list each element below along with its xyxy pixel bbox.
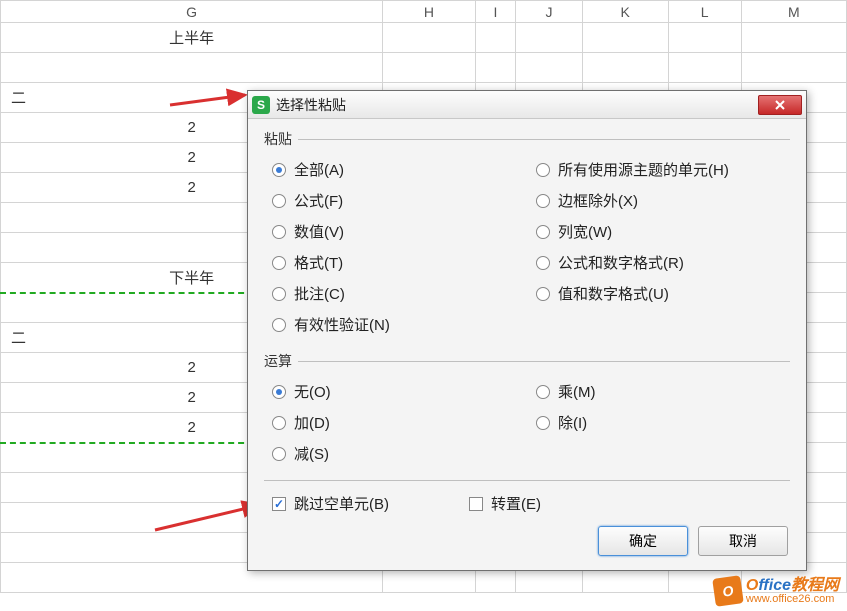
radio-icon xyxy=(272,225,286,239)
radio-op-mul[interactable]: 乘(M) xyxy=(536,381,790,402)
radio-icon xyxy=(536,225,550,239)
radio-colwidth[interactable]: 列宽(W) xyxy=(536,221,790,242)
watermark-logo-icon: O xyxy=(712,575,744,607)
col-header[interactable]: G xyxy=(1,1,383,23)
operation-legend: 运算 xyxy=(264,351,298,371)
radio-values[interactable]: 数值(V) xyxy=(272,221,526,242)
watermark-url: www.office26.com xyxy=(746,594,839,605)
checkbox-icon xyxy=(469,497,483,511)
radio-icon xyxy=(272,416,286,430)
radio-formnum[interactable]: 公式和数字格式(R) xyxy=(536,252,790,273)
close-icon xyxy=(774,99,786,111)
wps-icon: S xyxy=(252,96,270,114)
radio-formulas[interactable]: 公式(F) xyxy=(272,190,526,211)
options-row: 跳过空单元(B) 转置(E) xyxy=(264,480,790,514)
radio-noborder[interactable]: 边框除外(X) xyxy=(536,190,790,211)
radio-icon xyxy=(272,318,286,332)
cell[interactable]: 上半年 xyxy=(1,23,383,53)
radio-icon xyxy=(536,163,550,177)
col-header[interactable]: H xyxy=(383,1,475,23)
radio-op-sub[interactable]: 减(S) xyxy=(272,443,526,464)
col-header[interactable]: I xyxy=(475,1,516,23)
radio-icon xyxy=(272,194,286,208)
radio-validation[interactable]: 有效性验证(N) xyxy=(272,314,526,335)
paste-legend: 粘贴 xyxy=(264,129,298,149)
radio-icon xyxy=(272,256,286,270)
radio-op-div[interactable]: 除(I) xyxy=(536,412,790,433)
radio-icon xyxy=(272,447,286,461)
column-headers: G H I J K L M xyxy=(1,1,847,23)
radio-icon xyxy=(272,287,286,301)
dialog-title: 选择性粘贴 xyxy=(276,95,758,115)
col-header[interactable]: M xyxy=(741,1,846,23)
checkbox-transpose[interactable]: 转置(E) xyxy=(469,493,541,514)
radio-icon xyxy=(536,194,550,208)
radio-valnum[interactable]: 值和数字格式(U) xyxy=(536,283,790,304)
col-header[interactable]: K xyxy=(582,1,668,23)
radio-all[interactable]: 全部(A) xyxy=(272,159,526,180)
dialog-titlebar[interactable]: S 选择性粘贴 xyxy=(248,91,806,119)
checkbox-skip-blanks[interactable]: 跳过空单元(B) xyxy=(272,493,389,514)
radio-icon xyxy=(272,385,286,399)
paste-special-dialog: S 选择性粘贴 粘贴 全部(A) 所有使用源主题的单元(H) 公式(F) 边框除… xyxy=(247,90,807,571)
ok-button[interactable]: 确定 xyxy=(598,526,688,556)
checkbox-icon xyxy=(272,497,286,511)
radio-icon xyxy=(536,385,550,399)
radio-op-none[interactable]: 无(O) xyxy=(272,381,526,402)
radio-comments[interactable]: 批注(C) xyxy=(272,283,526,304)
col-header[interactable]: L xyxy=(668,1,741,23)
close-button[interactable] xyxy=(758,95,802,115)
radio-icon xyxy=(272,163,286,177)
radio-op-add[interactable]: 加(D) xyxy=(272,412,526,433)
operation-group: 运算 无(O) 乘(M) 加(D) 除(I) 减(S) xyxy=(264,351,790,472)
radio-icon xyxy=(536,256,550,270)
watermark: O Office教程网 www.office26.com xyxy=(714,577,839,605)
radio-formats[interactable]: 格式(T) xyxy=(272,252,526,273)
radio-icon xyxy=(536,416,550,430)
watermark-brand: Office教程网 xyxy=(746,578,839,594)
radio-theme[interactable]: 所有使用源主题的单元(H) xyxy=(536,159,790,180)
cancel-button[interactable]: 取消 xyxy=(698,526,788,556)
paste-group: 粘贴 全部(A) 所有使用源主题的单元(H) 公式(F) 边框除外(X) 数值(… xyxy=(264,129,790,343)
col-header[interactable]: J xyxy=(516,1,582,23)
radio-icon xyxy=(536,287,550,301)
